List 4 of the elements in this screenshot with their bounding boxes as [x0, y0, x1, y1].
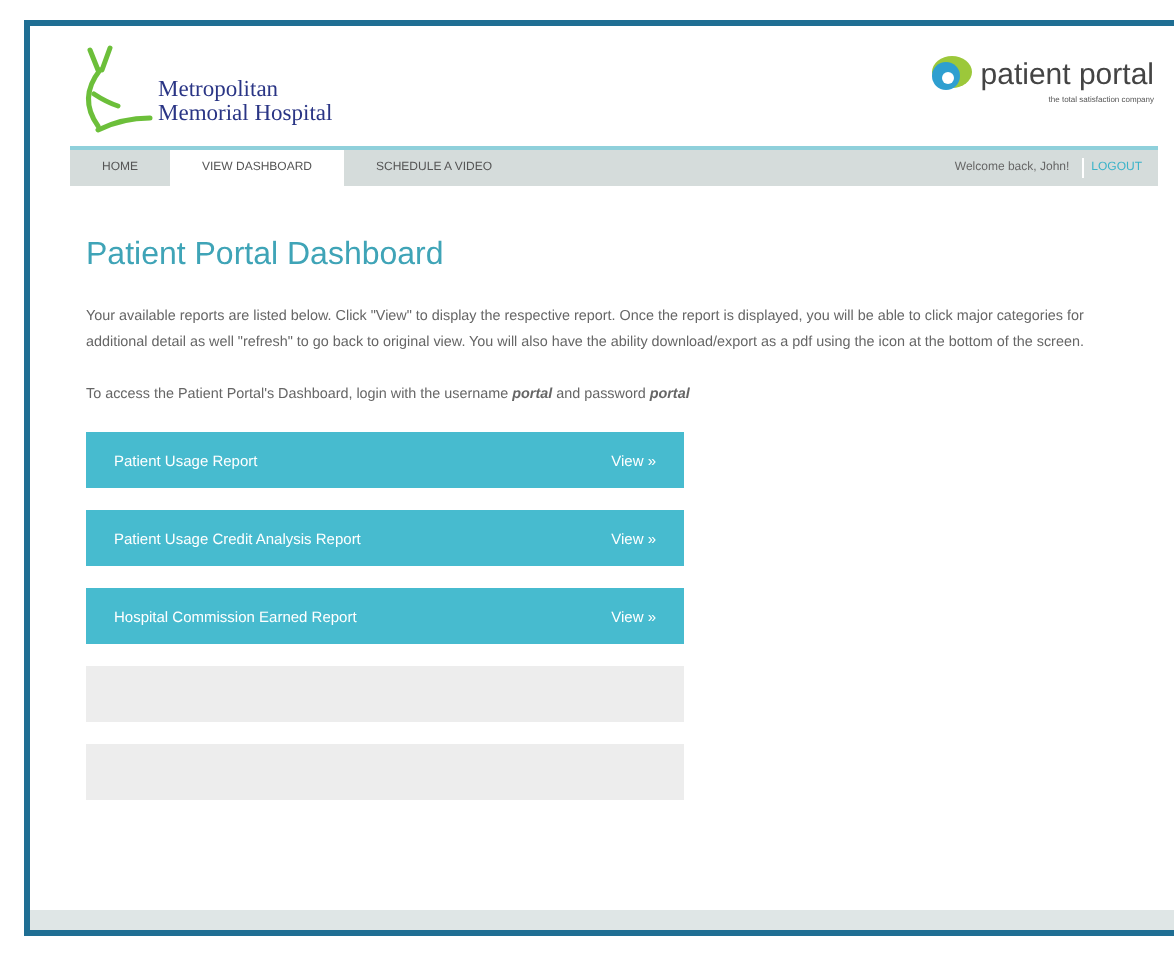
brand-name: patient portal [980, 57, 1154, 91]
portal-logo-icon [928, 54, 973, 94]
page-title: Patient Portal Dashboard [86, 238, 446, 274]
hospital-name: Metropolitan Memorial Hospital [158, 78, 333, 130]
